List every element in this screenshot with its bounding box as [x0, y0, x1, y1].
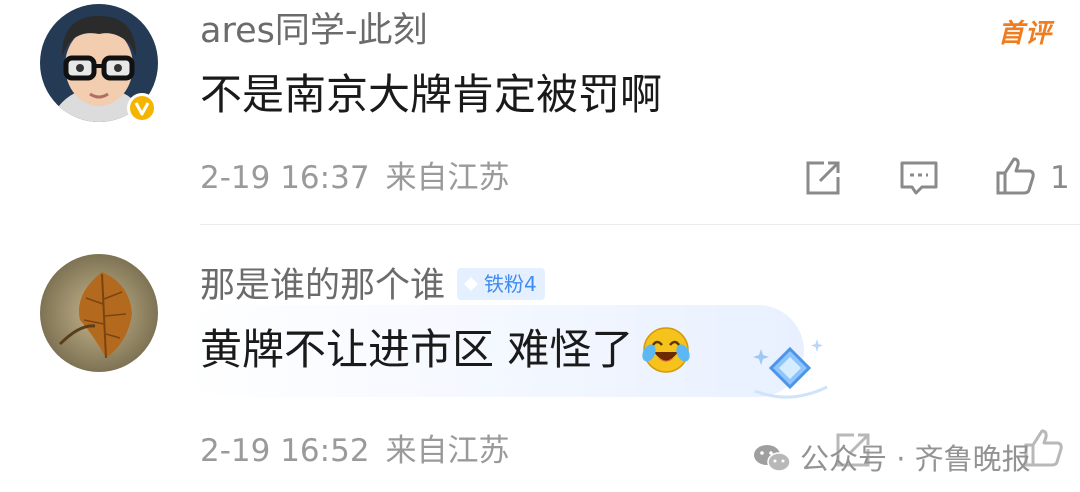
diamond-icon: [464, 277, 479, 291]
laughing-crying-emoji-icon: [642, 326, 690, 373]
comment-item: 那是谁的那个谁 铁粉4 黄牌不让进市区 难怪了 2-19 16:52 来自江苏: [0, 225, 1080, 492]
comment-text: 不是南京大牌肯定被罚啊: [200, 70, 663, 119]
comment-location: 来自江苏: [385, 433, 510, 469]
watermark-text: 公众号 · 齐鲁晚报: [800, 442, 1031, 476]
comment-time: 2-19 16:37: [200, 160, 370, 196]
comment-meta: 2-19 16:37 来自江苏: [200, 160, 510, 196]
first-comment-badge: 首评: [998, 19, 1053, 49]
comment-meta: 2-19 16:52 来自江苏: [200, 433, 510, 469]
fan-badge-label: 铁粉4: [484, 272, 537, 296]
fan-diamond-decoration-icon: [753, 339, 828, 399]
comment-time: 2-19 16:52: [200, 433, 370, 469]
watermark: 公众号 · 齐鲁晚报: [752, 436, 1031, 478]
comment-item: ares同学-此刻 首评 不是南京大牌肯定被罚啊 2-19 16:37 来自江苏 …: [0, 0, 1080, 225]
comment-text-body: 黄牌不让进市区 难怪了: [200, 325, 634, 374]
wechat-icon: [754, 445, 791, 472]
comment-text: 黄牌不让进市区 难怪了: [200, 325, 691, 378]
share-icon[interactable]: [800, 155, 846, 201]
reply-icon[interactable]: [896, 155, 942, 201]
like-count: 1: [1050, 160, 1070, 196]
fan-badge: 铁粉4: [457, 268, 545, 300]
comment-location: 来自江苏: [385, 160, 510, 196]
username[interactable]: ares同学-此刻: [200, 11, 427, 51]
username-text[interactable]: 那是谁的那个谁: [200, 266, 445, 306]
like-icon[interactable]: [992, 153, 1038, 199]
user-avatar[interactable]: [40, 254, 158, 372]
username[interactable]: 那是谁的那个谁 铁粉4: [200, 266, 545, 306]
autumn-leaf-avatar-icon: [40, 254, 158, 372]
verified-badge-icon: [127, 93, 157, 123]
